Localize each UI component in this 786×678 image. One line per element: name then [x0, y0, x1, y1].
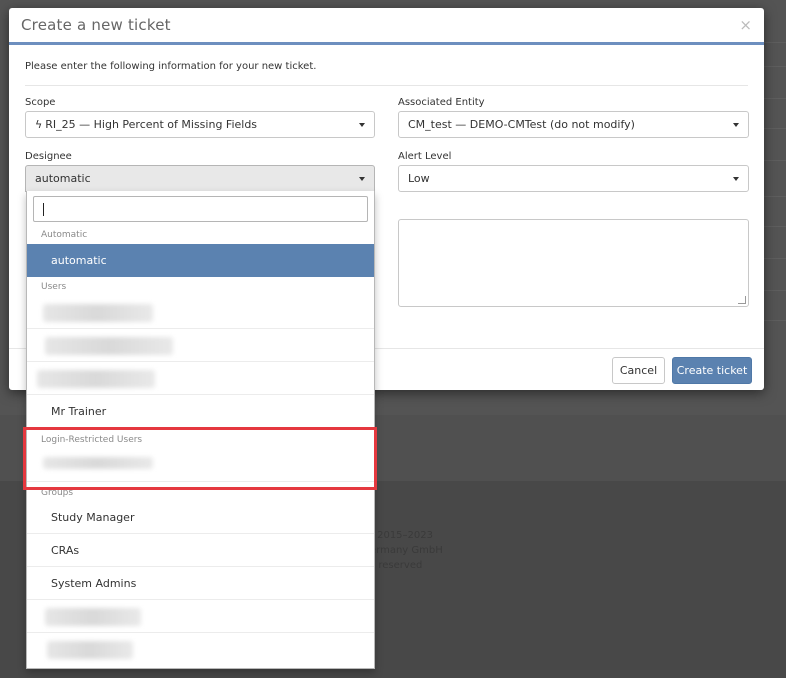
footer-copyright: t 2015–2023	[370, 530, 433, 541]
description-textarea[interactable]	[398, 219, 749, 307]
footer-rights: s reserved	[370, 560, 423, 571]
designee-dropdown: Automatic automatic Users Mr Trainer Log…	[26, 191, 375, 669]
group-header-login-restricted: Login-Restricted Users	[41, 435, 143, 445]
redacted-name	[47, 641, 133, 659]
designee-label: Designee	[25, 151, 72, 162]
intro-text: Please enter the following information f…	[25, 61, 748, 86]
group-header-users: Users	[41, 282, 67, 292]
background-divider	[764, 320, 786, 321]
create-ticket-button[interactable]: Create ticket	[672, 357, 752, 384]
close-icon[interactable]: ×	[739, 16, 752, 34]
alert-level-label: Alert Level	[398, 151, 452, 162]
designee-value: automatic	[35, 172, 91, 185]
modal-title: Create a new ticket	[21, 16, 171, 34]
option-redacted-user[interactable]	[27, 329, 374, 362]
background-divider	[764, 128, 786, 129]
caret-down-icon	[359, 123, 365, 127]
redacted-name	[43, 304, 153, 322]
option-redacted-user[interactable]	[27, 449, 374, 482]
alert-level-select[interactable]: Low	[398, 165, 749, 192]
background-divider	[764, 42, 786, 43]
option-redacted-user[interactable]	[27, 362, 374, 395]
background-divider	[764, 98, 786, 99]
option-automatic[interactable]: automatic	[27, 244, 374, 277]
modal-body: Please enter the following information f…	[9, 61, 764, 86]
redacted-name	[37, 370, 155, 388]
scope-select[interactable]: ϟ RI_25 — High Percent of Missing Fields	[25, 111, 375, 138]
designee-select[interactable]: automatic	[25, 165, 375, 192]
background-divider	[764, 290, 786, 291]
footer-company: ermany GmbH	[370, 545, 443, 556]
group-header-groups: Groups	[41, 488, 74, 498]
resize-grip-icon[interactable]	[738, 296, 746, 304]
alert-level-value: Low	[408, 172, 430, 185]
modal-header: Create a new ticket ×	[9, 8, 764, 45]
background-divider	[764, 226, 786, 227]
lightning-bolt-icon: ϟ	[35, 118, 43, 131]
background-divider	[764, 258, 786, 259]
redacted-name	[45, 337, 173, 355]
option-study-manager[interactable]: Study Manager	[27, 501, 374, 534]
option-system-admins[interactable]: System Admins	[27, 567, 374, 600]
cancel-button[interactable]: Cancel	[612, 357, 665, 384]
dropdown-search-input[interactable]	[33, 196, 368, 222]
option-redacted-group[interactable]	[27, 600, 374, 633]
associated-entity-label: Associated Entity	[398, 97, 485, 108]
text-cursor	[43, 203, 44, 216]
redacted-name	[43, 457, 153, 469]
option-redacted-group[interactable]	[27, 633, 374, 666]
caret-down-icon	[733, 123, 739, 127]
option-redacted-user[interactable]	[27, 296, 374, 329]
option-mr-trainer[interactable]: Mr Trainer	[27, 395, 374, 428]
group-header-automatic: Automatic	[41, 230, 88, 240]
associated-entity-select[interactable]: CM_test — DEMO-CMTest (do not modify)	[398, 111, 749, 138]
option-cras[interactable]: CRAs	[27, 534, 374, 567]
redacted-name	[45, 608, 141, 626]
scope-label: Scope	[25, 97, 56, 108]
associated-entity-value: CM_test — DEMO-CMTest (do not modify)	[408, 118, 635, 131]
background-divider	[764, 196, 786, 197]
background-divider	[764, 160, 786, 161]
caret-down-icon	[359, 177, 365, 181]
scope-value: RI_25 — High Percent of Missing Fields	[45, 118, 258, 131]
caret-down-icon	[733, 177, 739, 181]
background-divider	[764, 66, 786, 67]
